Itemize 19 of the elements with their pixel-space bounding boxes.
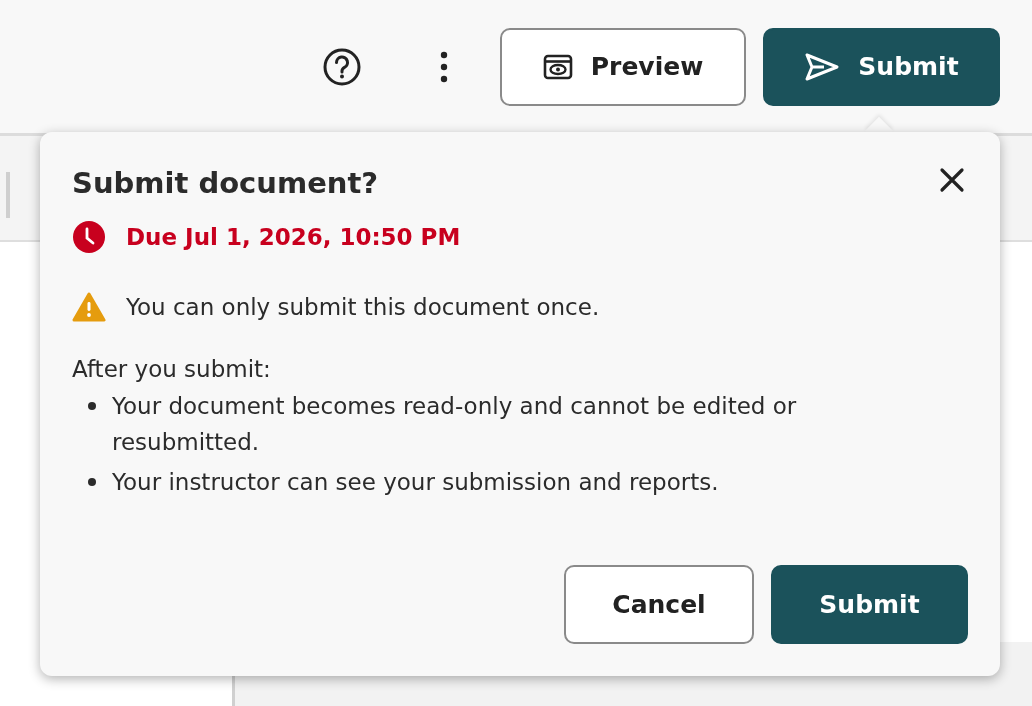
preview-button[interactable]: Preview [500,27,746,106]
intro-text: After you submit: [72,356,272,382]
more-options-icon[interactable] [440,50,448,83]
close-icon[interactable] [938,166,966,194]
bullet-text: Your document becomes read-only and cannot be edited or resubmitted. [112,392,798,457]
clock-icon [72,220,106,254]
help-icon[interactable] [322,46,362,87]
submit-button[interactable]: Submit [771,565,968,644]
warning-text: You can only submit this document once. [126,294,600,320]
submit-button[interactable]: Submit [763,27,1000,106]
eye-window-icon [542,53,573,80]
bullet-icon [88,402,96,410]
bullet-icon [88,478,96,486]
due-date: Due Jul 1, 2026, 10:50 PM [126,224,461,250]
bullet-text: Your instructor can see your submission and reports. [112,468,719,497]
dialog-title: Submit document? [72,166,379,200]
cancel-button[interactable]: Cancel [564,565,754,644]
send-icon [804,51,841,82]
warning-icon [72,292,106,322]
